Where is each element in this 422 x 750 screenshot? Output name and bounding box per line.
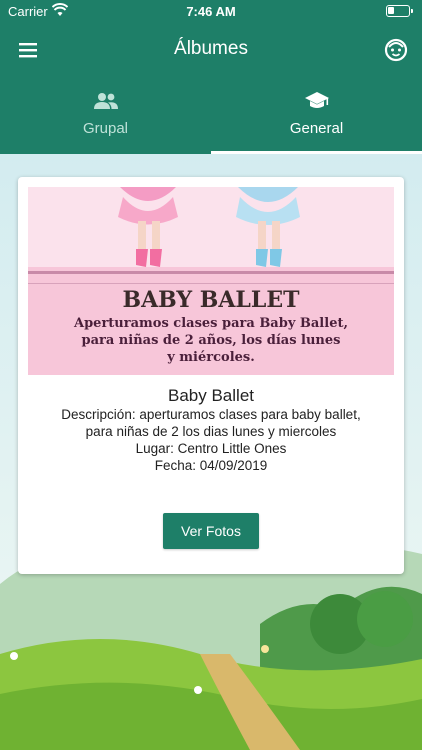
tab-general-label: General: [289, 120, 344, 137]
banner-subtitle: Aperturamos clases para Baby Ballet, par…: [48, 315, 374, 366]
album-description: Descripción: aperturamos clases para bab…: [61, 407, 361, 422]
navbar: Álbumes: [0, 28, 422, 72]
tab-grupal-label: Grupal: [82, 120, 129, 137]
app-header: Carrier 7:46 AM Álbumes Grupal General: [0, 0, 422, 154]
banner-subtitle-line: y miércoles.: [167, 350, 255, 365]
view-photos-button[interactable]: Ver Fotos: [163, 513, 259, 549]
album-description-cont: para niñas de 2 los dias lunes y miercol…: [85, 424, 337, 439]
tab-general[interactable]: General: [211, 82, 422, 154]
album-place: Lugar: Centro Little Ones: [135, 441, 287, 456]
banner-title: BABY BALLET: [122, 287, 300, 313]
battery-icon: [386, 5, 413, 17]
group-icon: [93, 93, 118, 109]
status-bar: Carrier 7:46 AM: [0, 0, 422, 24]
album-date: Fecha: 04/09/2019: [154, 458, 268, 473]
album-title: Baby Ballet: [168, 386, 254, 405]
album-cover[interactable]: BABY BALLET Aperturamos clases para Baby…: [28, 187, 394, 547]
status-time: 7:46 AM: [186, 4, 236, 19]
child-face-icon[interactable]: [380, 34, 412, 66]
banner-subtitle-line: para niñas de 2 años, los días lunes: [81, 333, 341, 348]
graduation-cap-icon: [304, 92, 329, 108]
page-title: Álbumes: [174, 38, 248, 59]
tab-grupal[interactable]: Grupal: [0, 82, 211, 154]
album-card: BABY BALLET Aperturamos clases para Baby…: [18, 177, 404, 574]
banner-subtitle-line: Aperturamos clases para Baby Ballet,: [74, 316, 348, 331]
tab-bar: Grupal General: [0, 82, 422, 154]
